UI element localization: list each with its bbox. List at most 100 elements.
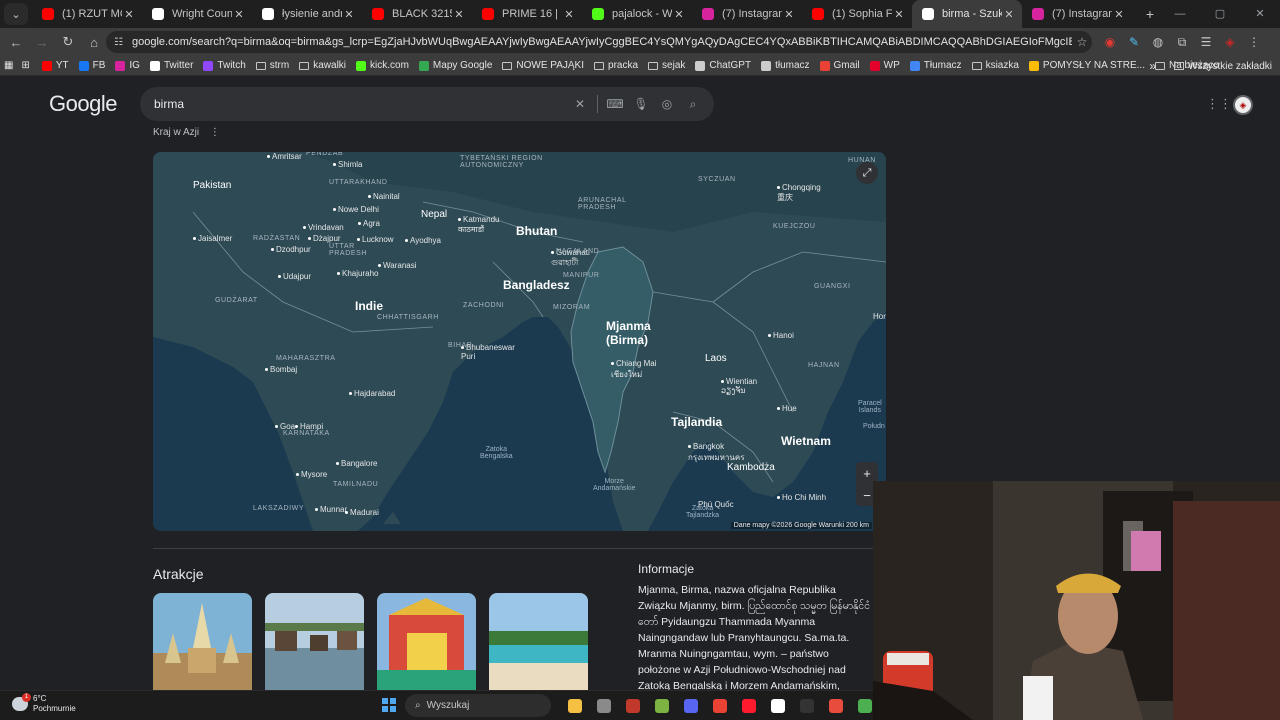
bookmark-item[interactable]: Gmail <box>819 60 860 71</box>
browser-tab[interactable]: BLACK 3215 - LOV✕ <box>362 0 472 28</box>
map-city-label[interactable]: Madurai <box>345 508 379 517</box>
address-bar[interactable]: ☷ google.com/search?q=birma&oq=birma&gs_… <box>106 31 1092 53</box>
tab-close-icon[interactable]: ✕ <box>122 8 136 21</box>
map-country-label[interactable]: Bhutan <box>516 224 557 238</box>
taskbar-search[interactable]: ⌕ Wyszukaj <box>405 694 551 717</box>
tab-title[interactable]: (7) Instagram <box>722 8 782 20</box>
bookmark-label[interactable]: kawalki <box>313 60 346 71</box>
map-city-label[interactable]: Vrindavan <box>303 223 344 232</box>
bookmark-label[interactable]: sejak <box>662 60 685 71</box>
map-city-label[interactable]: Waranasi <box>378 261 417 270</box>
bookmark-label[interactable]: NOWE PAJĄKI <box>516 60 584 71</box>
bookmark-label[interactable]: strm <box>270 60 289 71</box>
bookmark-label[interactable]: Tłumacz <box>924 60 962 71</box>
chrome-icon[interactable] <box>705 696 734 716</box>
close-window-icon[interactable]: ✕ <box>1240 0 1280 28</box>
file-explorer-icon[interactable] <box>560 696 589 716</box>
bookmark-item[interactable]: Twitch <box>203 60 246 71</box>
tab-close-icon[interactable]: ✕ <box>452 8 466 21</box>
browser-tab[interactable]: pajalock - Watch✕ <box>582 0 692 28</box>
attraction-card[interactable] <box>377 593 476 690</box>
browser-tab[interactable]: Wright County Fa✕ <box>142 0 252 28</box>
bookmark-item[interactable]: tłumacz <box>761 60 810 71</box>
more-options-icon[interactable]: ⋮ <box>210 127 220 138</box>
map-city-label[interactable]: Bangkok กรุงเทพมหานคร <box>688 442 744 464</box>
map-country-label[interactable]: Wietnam <box>781 434 831 448</box>
bookmark-item[interactable]: sejak <box>648 60 685 71</box>
attraction-card[interactable] <box>489 593 588 690</box>
account-avatar[interactable]: ◈ <box>1233 95 1253 115</box>
bookmarks-more-button[interactable]: » <box>1149 59 1156 73</box>
map-city-label[interactable]: Katmandu काठमाडौं <box>458 215 499 235</box>
browser-tab[interactable]: (1) RZUT MONETĄ✕ <box>32 0 142 28</box>
photo-app-icon[interactable] <box>618 696 647 716</box>
taskbar-search-placeholder[interactable]: Wyszukaj <box>427 700 470 711</box>
attraction-card[interactable] <box>265 593 364 690</box>
new-tab-button[interactable]: + <box>1138 6 1162 22</box>
bookmark-label[interactable]: Twitter <box>164 60 193 71</box>
tab-close-icon[interactable]: ✕ <box>342 8 356 21</box>
home-button[interactable]: ⌂ <box>82 30 106 54</box>
address-url[interactable]: google.com/search?q=birma&oq=birma&gs_lc… <box>132 36 1072 48</box>
record-extension-icon[interactable]: ◉ <box>1098 35 1122 49</box>
attraction-card[interactable] <box>153 593 252 690</box>
grid-icon[interactable]: ⊞ <box>21 60 29 71</box>
lens-camera-icon[interactable]: ◎ <box>654 97 680 111</box>
bookmark-label[interactable]: Gmail <box>834 60 860 71</box>
map-city-label[interactable]: Hajdarabad <box>349 389 395 398</box>
tab-close-icon[interactable]: ✕ <box>1112 8 1126 21</box>
site-info-icon[interactable]: ☷ <box>114 37 128 48</box>
bookmark-star-icon[interactable]: ☆ <box>1072 35 1092 49</box>
bookmark-item[interactable]: WP <box>869 60 900 71</box>
globe-extension-icon[interactable]: ◍ <box>1146 35 1170 49</box>
map-city-label[interactable]: Agra <box>358 219 380 228</box>
tab-title[interactable]: (1) Sophia Florsch <box>832 8 892 20</box>
bookmark-label[interactable]: kick.com <box>370 60 409 71</box>
tab-title[interactable]: (1) RZUT MONETĄ <box>62 8 122 20</box>
bookmark-item[interactable]: FB <box>78 60 105 71</box>
weather-widget[interactable]: 1 6°C Pochmurnie <box>12 693 76 714</box>
browser-tab[interactable]: (1) Sophia Florsch✕ <box>802 0 912 28</box>
tab-close-icon[interactable]: ✕ <box>1002 8 1016 21</box>
browser-tab[interactable]: PRIME 16 | PROGR✕ <box>472 0 582 28</box>
bookmark-label[interactable]: Twitch <box>217 60 245 71</box>
map-city-label[interactable]: Wientian ວຽງຈັນ <box>721 377 757 395</box>
tab-title[interactable]: PRIME 16 | PROGR <box>502 8 562 20</box>
back-button[interactable]: ← <box>4 30 28 54</box>
minimize-icon[interactable]: — <box>1160 0 1200 28</box>
bookmark-label[interactable]: IG <box>129 60 140 71</box>
map-city-label[interactable]: Jaisalmer <box>193 234 232 243</box>
keyboard-icon[interactable]: ⌨ <box>602 97 628 111</box>
search-box[interactable]: birma ✕ ⌨ 🎙 ◎ ⌕ <box>140 87 714 121</box>
bookmark-item[interactable]: pracka <box>594 60 638 71</box>
google-logo[interactable]: Google <box>49 91 117 117</box>
browser-tab[interactable]: łysienie androgen✕ <box>252 0 362 28</box>
map-city-label[interactable]: Bombaj <box>265 365 297 374</box>
attractions-heading[interactable]: Atrakcje <box>153 566 204 582</box>
bookmark-label[interactable]: POMYSŁY NA STRE... <box>1043 60 1145 71</box>
microphone-icon[interactable]: 🎙 <box>628 97 654 111</box>
google-apps-icon[interactable]: ⋮⋮ <box>1206 96 1232 112</box>
notion-icon[interactable] <box>763 696 792 716</box>
map-expand-button[interactable]: ⤢ <box>856 162 878 184</box>
reading-list-icon[interactable]: ☰ <box>1194 35 1218 49</box>
map-city-label[interactable]: Mysore <box>296 470 327 479</box>
map-city-label[interactable]: Khajuraho <box>337 269 378 278</box>
map-country-label[interactable]: Mjanma (Birma) <box>606 319 651 347</box>
browser-menu-icon[interactable]: ⋮ <box>1242 35 1266 49</box>
map-country-label[interactable]: Bangladesz <box>503 278 570 292</box>
map-city-label[interactable]: Amritsar <box>267 152 302 161</box>
reload-button[interactable]: ↻ <box>56 30 80 54</box>
bookmark-item[interactable]: Twitter <box>149 60 193 71</box>
tab-search-button[interactable]: ⌄ <box>4 3 28 25</box>
search-input[interactable]: birma <box>154 97 567 111</box>
clear-search-icon[interactable]: ✕ <box>567 97 593 111</box>
map-panel[interactable]: Pakistan Nepal Bhutan Bangladesz Indie Mjanma… <box>153 152 886 531</box>
map-city-label[interactable]: Shimla <box>333 160 362 169</box>
search-icon[interactable]: ⌕ <box>680 97 706 112</box>
bookmark-item[interactable]: POMYSŁY NA STRE... <box>1028 60 1145 71</box>
translate-extension-icon[interactable]: ✎ <box>1122 35 1146 49</box>
settings-icon[interactable] <box>589 696 618 716</box>
bookmark-item[interactable]: Tłumacz <box>909 60 962 71</box>
tab-close-icon[interactable]: ✕ <box>782 8 796 21</box>
